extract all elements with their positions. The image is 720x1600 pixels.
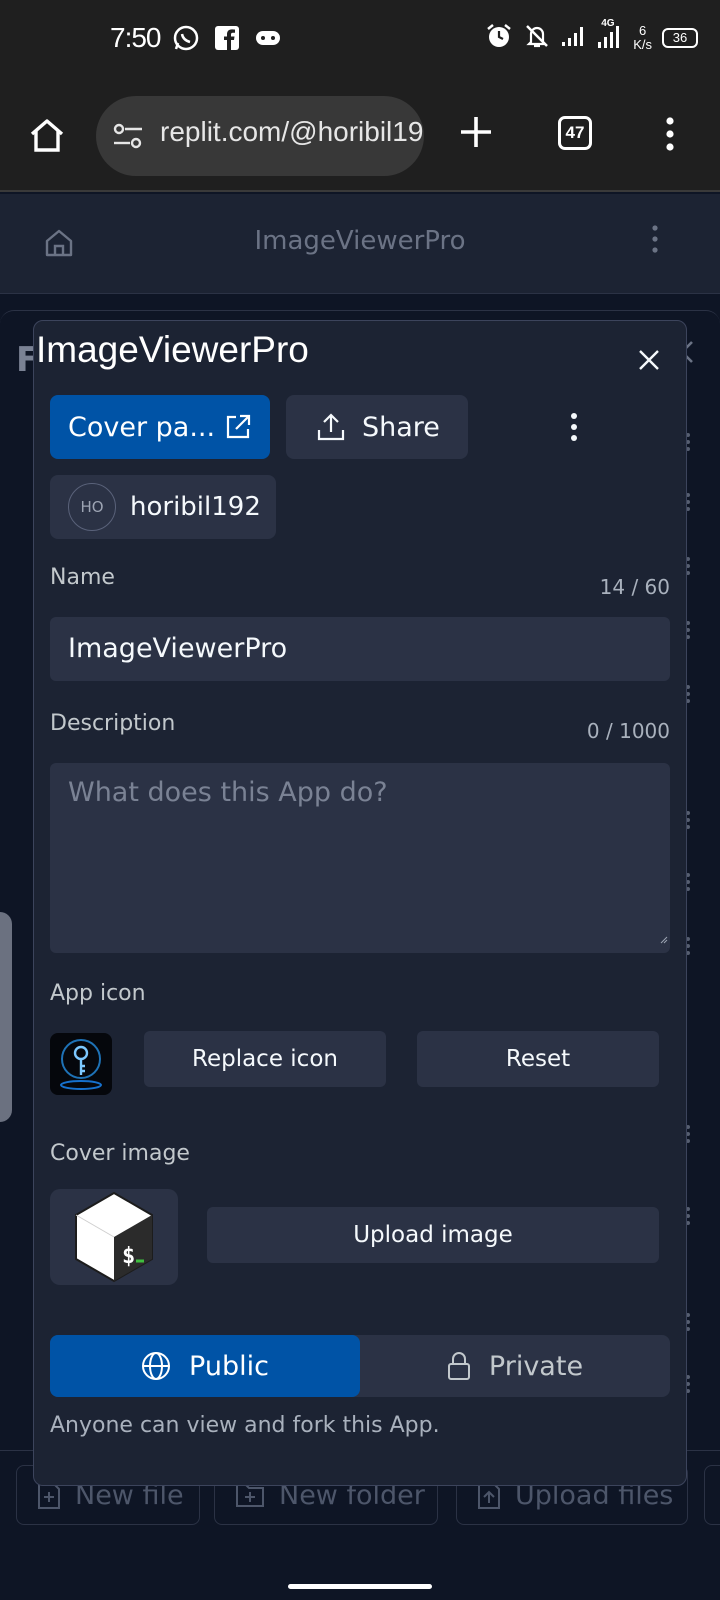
status-bar: 7:50 4G 6 K/s 36 <box>0 0 720 80</box>
private-label: Private <box>488 1350 584 1382</box>
browser-toolbar: replit.com/@horibil192 47 <box>0 80 720 192</box>
battery-indicator: 36 <box>662 28 698 48</box>
bash-terminal-icon: $ <box>75 1191 153 1283</box>
name-field[interactable]: ImageViewerPro <box>50 617 670 681</box>
description-label: Description <box>50 711 176 736</box>
signal-4g-icon: 4G <box>597 18 623 54</box>
public-label: Public <box>189 1350 269 1382</box>
network-speed-unit: K/s <box>633 37 652 52</box>
description-char-counter: 0 / 1000 <box>586 719 670 743</box>
browser-home-icon[interactable] <box>28 116 66 158</box>
gesture-home-indicator[interactable] <box>288 1584 432 1589</box>
overflow-button[interactable] <box>704 1465 720 1525</box>
share-label: Share <box>362 411 440 443</box>
url-text[interactable]: replit.com/@horibil192 <box>160 116 424 148</box>
owner-chip[interactable]: HO horibil192 <box>50 475 276 539</box>
external-link-icon <box>226 414 251 439</box>
app-icon-preview <box>50 1033 112 1095</box>
replit-header: ImageViewerPro <box>0 194 720 294</box>
reset-icon-button[interactable]: Reset <box>417 1031 659 1087</box>
dialog-title: ImageViewerPro <box>36 329 309 370</box>
alarm-icon <box>485 22 513 54</box>
repl-menu-icon[interactable] <box>650 224 660 258</box>
cover-page-button[interactable]: Cover pa... <box>50 395 270 459</box>
avatar: HO <box>68 483 116 531</box>
address-bar[interactable]: replit.com/@horibil192 <box>96 96 424 176</box>
name-char-counter: 14 / 60 <box>599 575 670 599</box>
notification-icons <box>172 24 282 56</box>
network-speed: 6 K/s <box>633 24 652 52</box>
more-options-icon[interactable] <box>554 405 594 449</box>
status-time: 7:50 <box>110 22 161 53</box>
replace-icon-button[interactable]: Replace icon <box>144 1031 386 1087</box>
site-settings-icon[interactable] <box>112 122 144 154</box>
visibility-toggle: Public Private <box>50 1335 670 1397</box>
system-status-icons: 4G 6 K/s 36 <box>485 18 698 54</box>
globe-icon <box>142 1352 171 1380</box>
network-type-label: 4G <box>601 18 615 29</box>
signal-icon <box>561 24 587 52</box>
name-label: Name <box>50 565 115 590</box>
svg-text:$: $ <box>122 1244 135 1269</box>
whatsapp-icon <box>172 24 200 56</box>
repl-title[interactable]: ImageViewerPro <box>0 226 720 256</box>
gamepad-icon <box>254 27 282 53</box>
owner-username: horibil192 <box>130 492 261 522</box>
facebook-icon <box>214 25 240 55</box>
bell-off-icon <box>523 22 551 54</box>
cover-image-preview: $ <box>50 1189 178 1285</box>
visibility-help-text: Anyone can view and fork this App. <box>50 1413 440 1438</box>
key-icon <box>60 1039 102 1090</box>
cover-image-label: Cover image <box>50 1141 190 1166</box>
description-placeholder: What does this App do? <box>68 777 388 808</box>
browser-menu-icon[interactable] <box>664 116 676 156</box>
side-drawer-handle[interactable] <box>0 912 12 1122</box>
new-tab-icon[interactable] <box>458 114 494 154</box>
app-settings-dialog: ImageViewerPro Cover pa... Share HO hori… <box>33 320 687 1486</box>
close-icon[interactable] <box>632 343 666 377</box>
private-option[interactable]: Private <box>360 1335 670 1397</box>
tab-switcher-button[interactable]: 47 <box>558 116 592 150</box>
cover-page-label: Cover pa... <box>68 411 216 443</box>
lock-icon <box>447 1352 470 1380</box>
app-icon-label: App icon <box>50 981 146 1006</box>
share-button[interactable]: Share <box>286 395 468 459</box>
resize-grip-icon[interactable] <box>660 920 668 951</box>
network-speed-value: 6 <box>638 23 647 38</box>
upload-image-button[interactable]: Upload image <box>207 1207 659 1263</box>
public-option[interactable]: Public <box>50 1335 360 1397</box>
upload-share-icon <box>317 413 345 441</box>
description-field[interactable]: What does this App do? <box>50 763 670 953</box>
